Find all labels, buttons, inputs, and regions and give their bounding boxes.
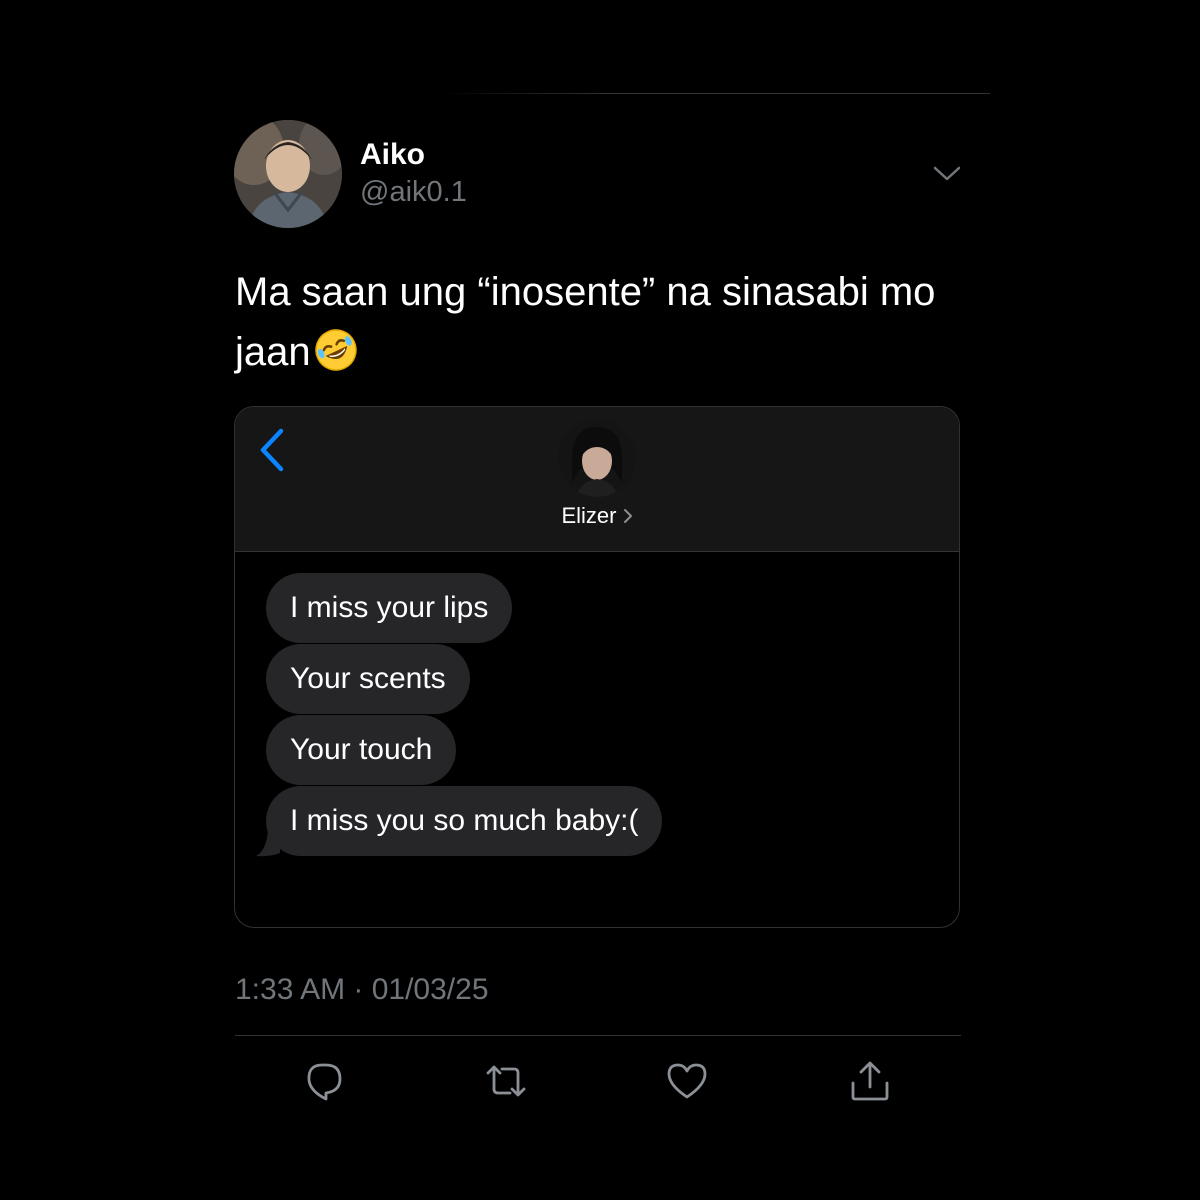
bubble-tail [256, 831, 280, 857]
tweet-text: Ma saan ung “inosente” na sinasabi mo ja… [235, 262, 975, 382]
chevron-down-icon[interactable] [930, 160, 964, 186]
tweet-timestamp[interactable]: 1:33 AM · 01/03/25 [235, 973, 489, 1007]
author-handle[interactable]: @aik0.1 [360, 176, 467, 209]
retweet-icon [486, 1065, 526, 1097]
message-list: I miss your lips Your scents Your touch … [256, 573, 663, 857]
contact-name: Elizer [561, 503, 617, 528]
message-text: I miss you so much baby:( [290, 804, 639, 837]
chevron-right-icon [623, 504, 633, 523]
like-button[interactable] [665, 1059, 709, 1103]
contact-photo [558, 419, 636, 497]
share-icon [851, 1061, 889, 1101]
reply-button[interactable] [302, 1059, 346, 1103]
message-bubble: Your scents [266, 644, 470, 714]
chat-header: Elizer [235, 407, 959, 552]
contact-avatar[interactable] [558, 419, 636, 497]
reply-icon [307, 1063, 342, 1101]
author-display-name[interactable]: Aiko [360, 138, 425, 172]
like-icon [667, 1063, 707, 1099]
author-photo [234, 120, 342, 228]
message-bubble: Your touch [266, 715, 457, 785]
bottom-divider [235, 1035, 961, 1036]
author-avatar[interactable] [234, 120, 342, 228]
rolling-on-floor-laughing-emoji-icon [313, 327, 359, 373]
chat-screenshot-media[interactable]: Elizer I miss your lips Your scents Your… [234, 406, 960, 928]
message-bubble: I miss your lips [266, 573, 513, 643]
contact-name-row[interactable]: Elizer [235, 503, 959, 529]
share-button[interactable] [848, 1059, 892, 1103]
message-bubble-last: I miss you so much baby:( [256, 786, 663, 857]
retweet-button[interactable] [484, 1059, 528, 1103]
chevron-left-icon[interactable] [257, 427, 287, 473]
top-divider [440, 93, 990, 94]
